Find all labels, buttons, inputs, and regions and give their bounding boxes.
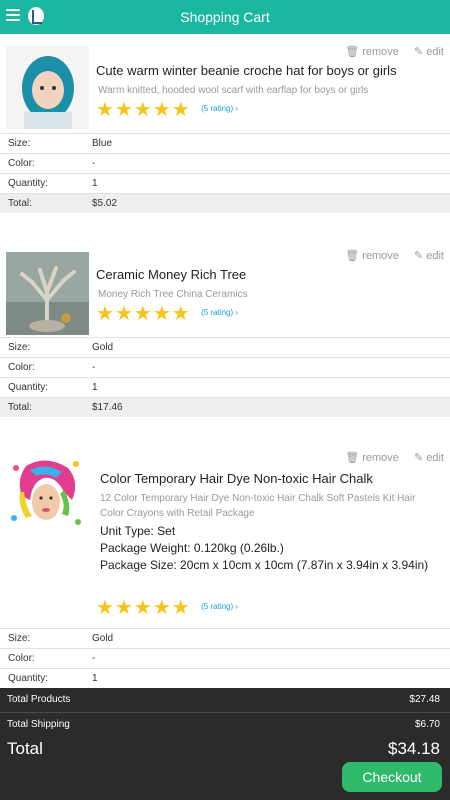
rating-link[interactable]: (5 rating) › <box>201 602 238 611</box>
product-title[interactable]: Ceramic Money Rich Tree <box>96 266 442 283</box>
edit-button[interactable]: ✎ edit <box>414 46 444 58</box>
remove-button[interactable]: 🗑 remove <box>345 46 399 58</box>
star-icon: ★ <box>171 303 190 325</box>
star-icon: ★ <box>96 99 114 121</box>
star-icon: ★ <box>96 597 114 619</box>
item-details: Size: Gold Color: - Quantity: 1 <box>0 628 450 688</box>
checkout-button[interactable]: Checkout <box>342 762 442 792</box>
star-icon: ★ <box>114 303 133 325</box>
summary-row-shipping: Total Shipping $6.70 <box>7 719 440 730</box>
star-icon: ★ <box>133 303 152 325</box>
cart-item: 🗑 remove ✎ edit Ceramic Money Rich Tree … <box>0 238 450 428</box>
star-icon: ★ <box>133 597 152 619</box>
cart-item: 🗑 remove ✎ edit Color Temporary Hair Dye… <box>0 440 450 688</box>
rating-link[interactable]: (5 rating) › <box>201 308 238 317</box>
edit-button[interactable]: ✎ edit <box>414 250 444 262</box>
order-summary: Total Products $27.48 Total Shipping $6.… <box>0 688 450 800</box>
rating-stars: ★★★★★ (5 rating) › <box>96 304 238 324</box>
detail-row-size: Size: Gold <box>0 628 450 648</box>
item-actions: 🗑 remove ✎ edit <box>333 45 444 58</box>
detail-row-quantity: Quantity: 1 <box>0 668 450 688</box>
rating-stars: ★★★★★ (5 rating) › <box>96 598 238 618</box>
detail-row-total: Total: $17.46 <box>0 397 450 417</box>
item-details: Size: Gold Color: - Quantity: 1 Total: $17.4… <box>0 337 450 417</box>
detail-row-size: Size: Gold <box>0 337 450 357</box>
product-subtitle: 12 Color Temporary Hair Dye Non-toxic Ha… <box>100 493 416 519</box>
detail-row-color: Color: - <box>0 357 450 377</box>
detail-row-color: Color: - <box>0 648 450 668</box>
item-details: Size: Blue Color: - Quantity: 1 Total: $5.02 <box>0 133 450 213</box>
star-icon: ★ <box>114 99 133 121</box>
detail-row-color: Color: - <box>0 153 450 173</box>
rating-stars: ★★★★★ (5 rating) › <box>96 100 238 120</box>
cart-item: 🗑 remove ✎ edit Cute warm winter beanie … <box>0 34 450 224</box>
product-attribute: Unit Type: Set <box>100 524 176 538</box>
rating-link[interactable]: (5 rating) › <box>201 104 238 113</box>
star-icon: ★ <box>114 597 133 619</box>
product-image[interactable] <box>6 252 89 335</box>
summary-row-products: Total Products $27.48 <box>7 694 440 705</box>
star-icon: ★ <box>171 597 190 619</box>
item-actions: 🗑 remove ✎ edit <box>333 451 444 464</box>
header-bar: Shopping Cart <box>0 0 450 34</box>
summary-row-total: Total $34.18 <box>7 739 440 758</box>
product-subtitle: Warm knitted, hooded wool scarf with ear… <box>98 85 369 96</box>
detail-row-size: Size: Blue <box>0 133 450 153</box>
product-attribute: Package Size: 20cm x 10cm x 10cm (7.87in… <box>100 558 429 572</box>
app: Shopping Cart 🗑 remove ✎ edit Cute warm … <box>0 0 450 800</box>
remove-button[interactable]: 🗑 remove <box>345 452 399 464</box>
star-icon: ★ <box>133 99 152 121</box>
star-icon: ★ <box>96 303 114 325</box>
remove-button[interactable]: 🗑 remove <box>345 250 399 262</box>
item-actions: 🗑 remove ✎ edit <box>333 249 444 262</box>
detail-row-total: Total: $5.02 <box>0 193 450 213</box>
page-title: Shopping Cart <box>180 9 270 25</box>
cart-list[interactable]: 🗑 remove ✎ edit Cute warm winter beanie … <box>0 34 450 688</box>
edit-button[interactable]: ✎ edit <box>414 452 444 464</box>
star-icon: ★ <box>152 303 171 325</box>
detail-row-quantity: Quantity: 1 <box>0 173 450 193</box>
product-title[interactable]: Color Temporary Hair Dye Non-toxic Hair … <box>100 470 442 487</box>
product-title[interactable]: Cute warm winter beanie croche hat for b… <box>96 62 442 79</box>
star-icon: ★ <box>171 99 190 121</box>
star-icon: ★ <box>152 99 171 121</box>
detail-row-quantity: Quantity: 1 <box>0 377 450 397</box>
star-icon: ★ <box>152 597 171 619</box>
product-subtitle: Money Rich Tree China Ceramics <box>98 289 248 300</box>
product-image[interactable] <box>6 456 86 536</box>
product-attribute: Package Weight: 0.120kg (0.26lb.) <box>100 541 284 555</box>
product-image[interactable] <box>6 46 89 129</box>
